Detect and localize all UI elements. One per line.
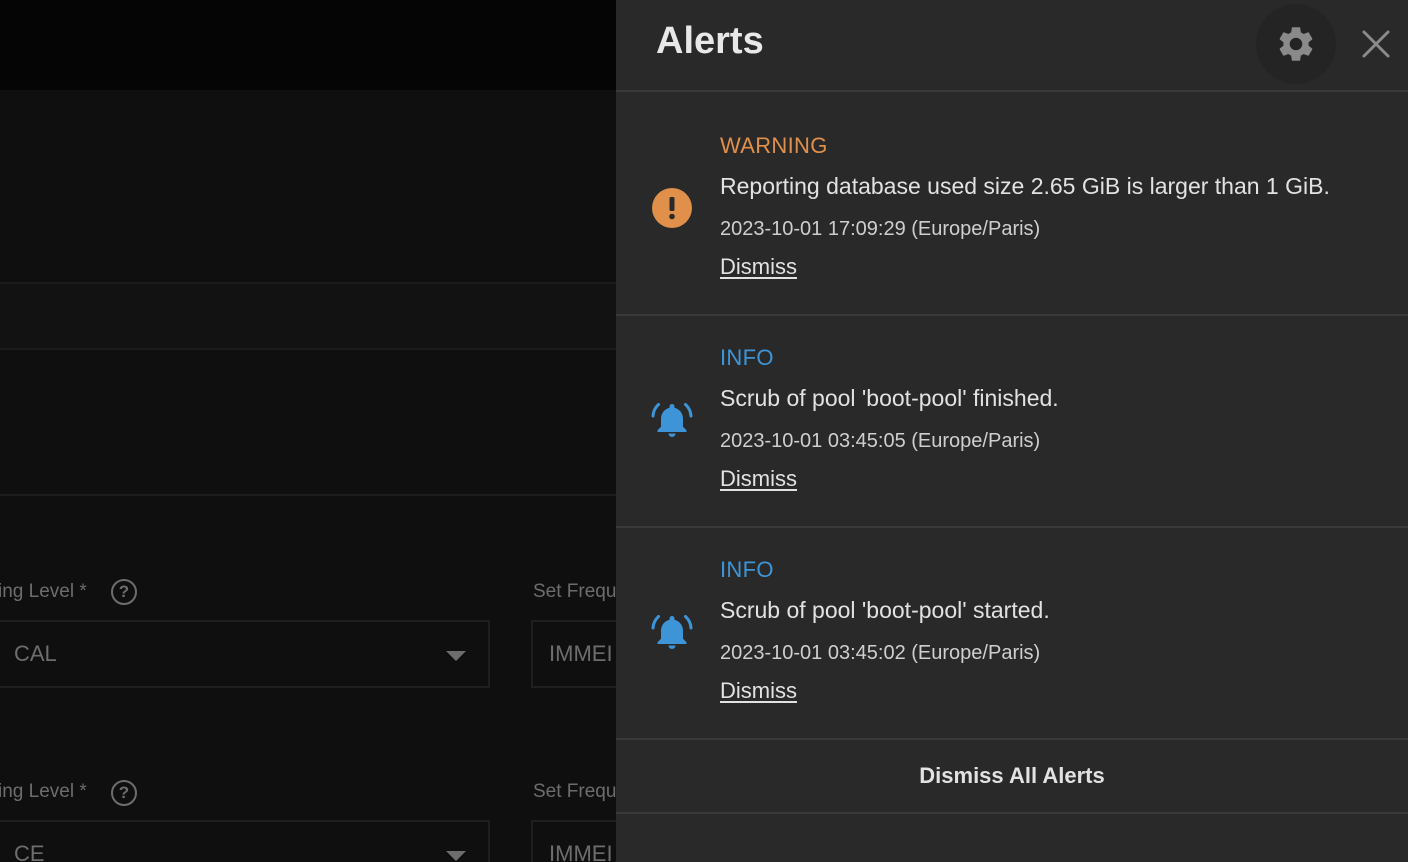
warning-level-label: ing Level * <box>0 581 87 602</box>
level-select-value: CAL <box>14 641 57 666</box>
alert-item: INFO Scrub of pool 'boot-pool' finished.… <box>616 316 1408 528</box>
frequency-select[interactable]: IMMEI <box>531 620 616 688</box>
alert-message: Scrub of pool 'boot-pool' finished. <box>720 385 1059 411</box>
dismiss-link[interactable]: Dismiss <box>720 254 797 280</box>
frequency-select[interactable]: IMMEI <box>531 820 616 862</box>
alert-message: Scrub of pool 'boot-pool' started. <box>720 597 1050 623</box>
alerts-panel: Alerts WARNING Reporting database used s… <box>616 0 1408 862</box>
alert-timestamp: 2023-10-01 03:45:02 (Europe/Paris) <box>720 642 1041 664</box>
dismiss-all-button[interactable]: Dismiss All Alerts <box>616 740 1408 814</box>
close-icon <box>1362 30 1390 58</box>
background-band <box>0 284 616 348</box>
alert-timestamp: 2023-10-01 03:45:05 (Europe/Paris) <box>720 430 1041 452</box>
close-button[interactable] <box>1354 22 1398 66</box>
divider <box>0 348 616 350</box>
divider <box>0 494 616 496</box>
chevron-down-icon <box>446 851 466 861</box>
alerts-header: Alerts <box>616 0 1408 92</box>
dismiss-link[interactable]: Dismiss <box>720 466 797 492</box>
warning-circle-icon <box>650 186 694 230</box>
bell-ringing-icon <box>650 398 694 442</box>
chevron-down-icon <box>446 651 466 661</box>
alert-level: INFO <box>720 345 774 370</box>
level-select[interactable]: CE <box>0 820 490 862</box>
alert-settings-button[interactable] <box>1256 4 1336 84</box>
gear-icon <box>1279 27 1313 61</box>
frequency-label: Set Frequ <box>533 781 616 802</box>
alert-message: Reporting database used size 2.65 GiB is… <box>720 173 1330 199</box>
alert-item: INFO Scrub of pool 'boot-pool' started. … <box>616 528 1408 740</box>
help-icon[interactable]: ? <box>111 579 137 605</box>
bell-ringing-icon <box>650 610 694 654</box>
frequency-select-value: IMMEI <box>549 641 613 666</box>
alert-level: INFO <box>720 557 774 582</box>
alert-level: WARNING <box>720 133 828 158</box>
level-select[interactable]: CAL <box>0 620 490 688</box>
alert-item: WARNING Reporting database used size 2.6… <box>616 104 1408 316</box>
background-page: ing Level * ? CAL Set Frequ IMMEI ing Le… <box>0 0 616 862</box>
alert-timestamp: 2023-10-01 17:09:29 (Europe/Paris) <box>720 218 1041 240</box>
warning-level-label: ing Level * <box>0 781 87 802</box>
frequency-label: Set Frequ <box>533 581 616 602</box>
background-topbar <box>0 0 616 90</box>
help-icon[interactable]: ? <box>111 780 137 806</box>
level-select-value: CE <box>14 841 45 862</box>
panel-title: Alerts <box>656 20 764 62</box>
frequency-select-value: IMMEI <box>549 841 613 862</box>
dismiss-link[interactable]: Dismiss <box>720 678 797 704</box>
